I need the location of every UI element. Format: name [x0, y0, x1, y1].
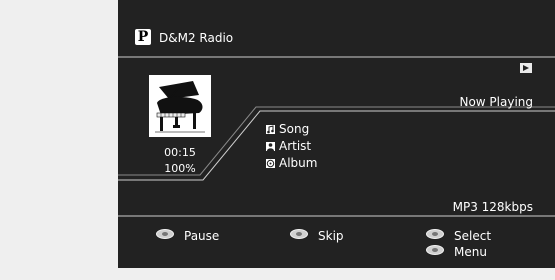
grand-piano-image — [149, 75, 211, 137]
now-playing-label: Now Playing — [459, 95, 533, 109]
select-button[interactable]: Select — [426, 229, 491, 243]
album-icon — [266, 159, 275, 168]
menu-label: Menu — [454, 245, 487, 259]
artist-label: Artist — [279, 139, 312, 153]
remote-button-icon — [290, 229, 308, 239]
artist-icon — [266, 142, 275, 151]
remote-button-icon — [156, 229, 174, 239]
pause-button[interactable]: Pause — [156, 229, 219, 243]
album-label: Album — [279, 156, 318, 170]
album-row: Album — [266, 156, 317, 170]
stream-format: MP3 128kbps — [452, 200, 533, 214]
remote-button-icon — [426, 245, 444, 255]
pause-label: Pause — [184, 229, 220, 243]
source-logo: P — [135, 29, 151, 45]
song-row: Song — [266, 122, 309, 136]
remote-button-icon — [426, 229, 444, 239]
station-title: D&M2 Radio — [159, 31, 234, 45]
radio-screen: P D&M2 Radio Now Playing 00:15 100% Song… — [118, 0, 555, 268]
artist-row: Artist — [266, 139, 311, 153]
menu-button[interactable]: Menu — [426, 245, 487, 259]
skip-button[interactable]: Skip — [290, 229, 344, 243]
music-note-icon — [266, 125, 275, 134]
select-label: Select — [454, 229, 492, 243]
elapsed-time: 00:15 — [164, 146, 196, 159]
play-icon — [520, 63, 532, 73]
skip-label: Skip — [318, 229, 344, 243]
buffer-percent: 100% — [164, 162, 196, 175]
song-label: Song — [279, 122, 310, 136]
